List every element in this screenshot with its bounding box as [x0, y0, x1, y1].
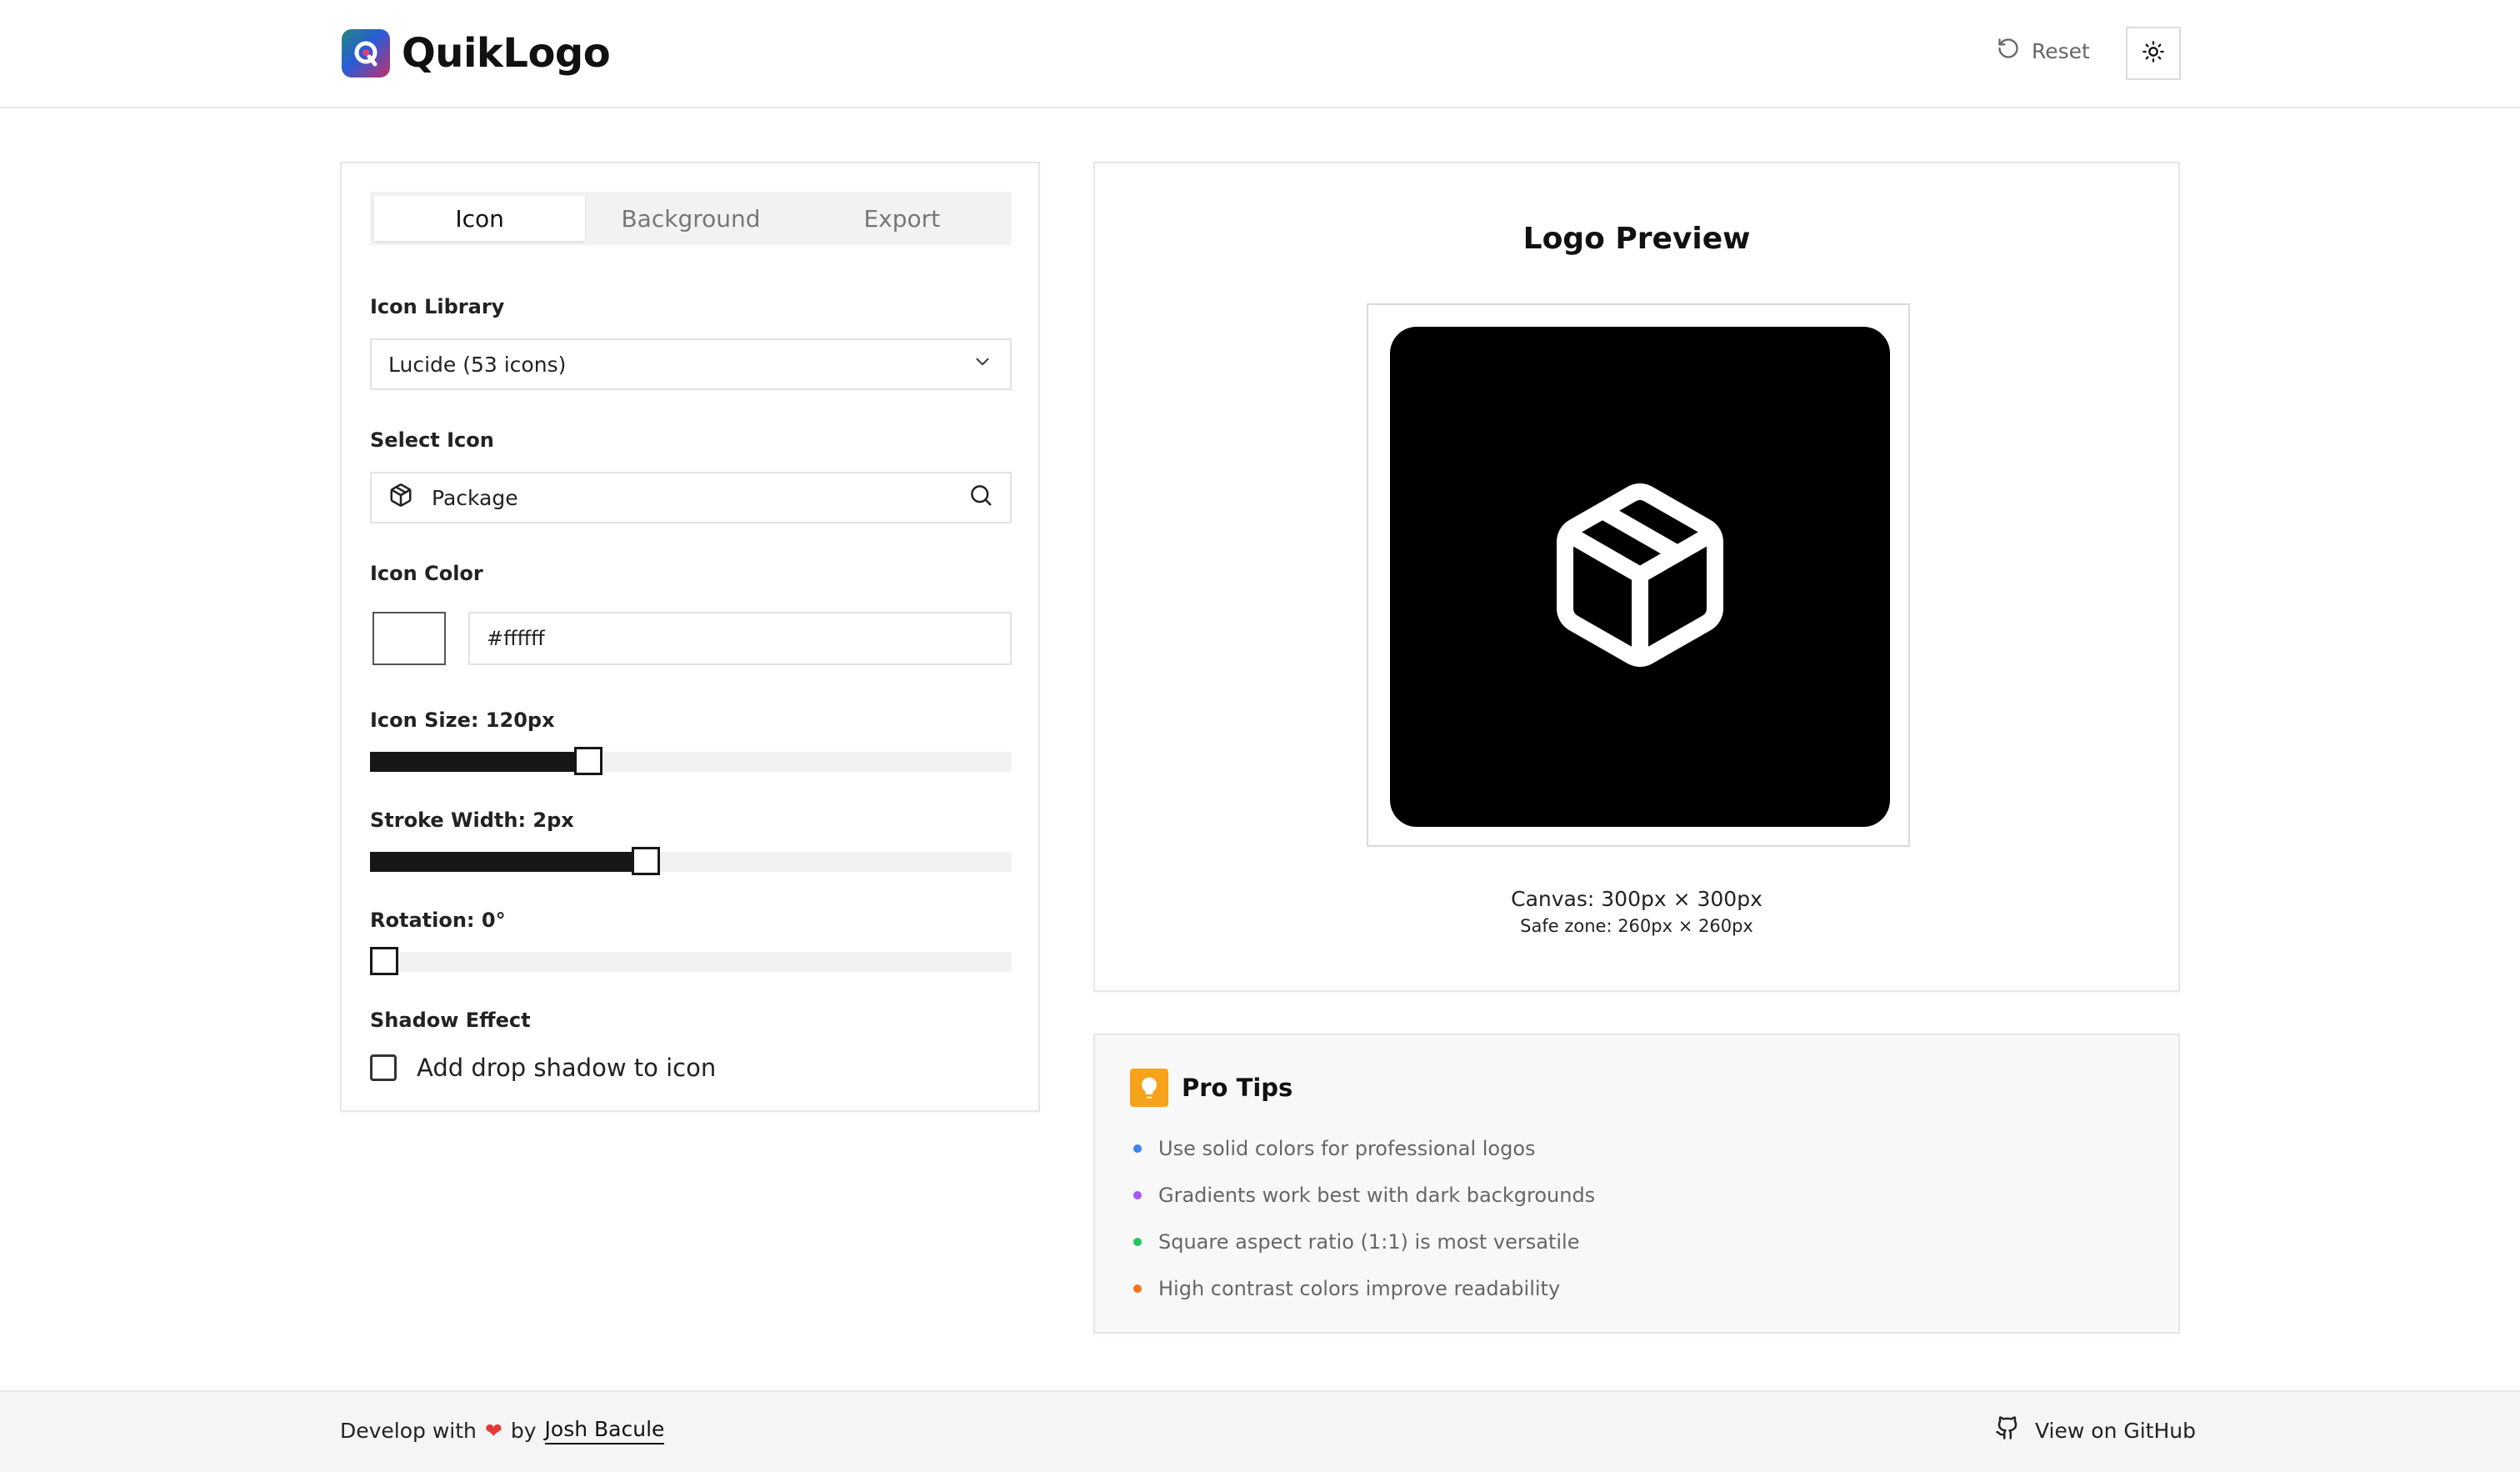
github-label: View on GitHub	[2035, 1418, 2196, 1443]
package-icon	[1540, 475, 1740, 678]
quiklogo-brand-icon	[342, 29, 390, 78]
icon-color-label: Icon Color	[370, 562, 483, 585]
icon-size-label: Icon Size: 120px	[370, 708, 555, 732]
icon-size-slider-thumb[interactable]	[573, 747, 602, 775]
preview-title: Logo Preview	[1522, 222, 1751, 256]
select-icon-label: Select Icon	[370, 428, 494, 452]
stroke-width-slider[interactable]	[370, 847, 1012, 875]
tab-export[interactable]: Export	[797, 196, 1008, 241]
stroke-width-slider-thumb[interactable]	[632, 847, 661, 875]
shadow-effect-label: Shadow Effect	[370, 1009, 531, 1032]
rotation-slider-thumb[interactable]	[370, 947, 398, 975]
tab-icon[interactable]: Icon	[374, 196, 586, 241]
pro-tips-title: Pro Tips	[1182, 1074, 1293, 1102]
pro-tips-header: Pro Tips	[1130, 1069, 1292, 1107]
chevron-down-icon	[972, 351, 993, 378]
bullet-dot	[1133, 1284, 1142, 1293]
list-item: Use solid colors for professional logos	[1133, 1125, 1595, 1172]
app-name: QuikLogo	[402, 30, 611, 77]
footer-by: by	[510, 1419, 537, 1443]
reset-label: Reset	[2032, 38, 2090, 63]
canvas-info: Canvas: 300px × 300px Safe zone: 260px ×…	[1095, 887, 2178, 936]
app-header: QuikLogo Reset	[0, 0, 2520, 108]
tip-text: Square aspect ratio (1:1) is most versat…	[1158, 1230, 1580, 1254]
pro-tips-card: Pro Tips Use solid colors for profession…	[1093, 1034, 2180, 1334]
theme-toggle-button[interactable]	[2126, 27, 2181, 80]
canvas-size-label: Canvas: 300px × 300px	[1511, 887, 1762, 911]
logo-canvas	[1390, 327, 1890, 827]
control-panel: Icon Background Export Icon Library Luci…	[340, 162, 1040, 1112]
bullet-dot	[1133, 1191, 1142, 1199]
tip-text: High contrast colors improve readability	[1158, 1277, 1561, 1300]
safe-zone-label: Safe zone: 260px × 260px	[1520, 916, 1753, 936]
icon-size-slider[interactable]	[370, 747, 1012, 775]
stroke-width-slider-fill	[370, 852, 647, 872]
search-icon[interactable]	[968, 483, 993, 513]
logo-preview-card: Logo Preview Canvas: 300px × 300px Safe …	[1093, 162, 2180, 992]
tab-background[interactable]: Background	[585, 196, 796, 241]
bullet-dot	[1133, 1144, 1142, 1153]
author-link[interactable]: Josh Bacule	[544, 1417, 665, 1444]
list-item: Square aspect ratio (1:1) is most versat…	[1133, 1219, 1595, 1265]
tab-bar: Icon Background Export	[370, 192, 1012, 245]
shadow-checkbox[interactable]	[370, 1054, 397, 1081]
footer-credit: Develop with ❤ by Josh Bacule	[340, 1417, 665, 1444]
footer-prefix: Develop with	[340, 1419, 477, 1443]
icon-library-select[interactable]: Lucide (53 icons)	[370, 338, 1012, 390]
icon-library-value: Lucide (53 icons)	[388, 352, 567, 377]
icon-color-hex-input[interactable]: #ffffff	[468, 612, 1012, 665]
rotation-label: Rotation: 0°	[370, 909, 506, 932]
list-item: High contrast colors improve readability	[1133, 1265, 1595, 1312]
brand[interactable]: QuikLogo	[342, 28, 611, 78]
rotate-ccw-icon	[1997, 37, 2020, 65]
package-icon	[388, 483, 413, 513]
tip-text: Gradients work best with dark background…	[1158, 1184, 1596, 1207]
reset-button[interactable]: Reset	[1997, 30, 2105, 72]
icon-picker[interactable]: Package	[370, 472, 1012, 523]
tips-list: Use solid colors for professional logos …	[1133, 1125, 1595, 1312]
icon-color-swatch[interactable]	[372, 612, 446, 665]
app-footer: Develop with ❤ by Josh Bacule View on Gi…	[0, 1390, 2520, 1472]
stroke-width-label: Stroke Width: 2px	[370, 809, 574, 832]
sun-icon	[2142, 40, 2165, 67]
tip-text: Use solid colors for professional logos	[1158, 1137, 1536, 1160]
lightbulb-icon	[1130, 1069, 1168, 1107]
shadow-checkbox-row[interactable]: Add drop shadow to icon	[370, 1054, 716, 1082]
logo-canvas-frame	[1367, 303, 1910, 847]
github-icon	[1995, 1415, 2020, 1445]
bullet-dot	[1133, 1238, 1142, 1246]
shadow-checkbox-label[interactable]: Add drop shadow to icon	[417, 1054, 716, 1082]
icon-size-slider-fill	[370, 752, 588, 772]
rotation-slider[interactable]	[370, 947, 1012, 975]
selected-icon-name: Package	[432, 485, 518, 510]
list-item: Gradients work best with dark background…	[1133, 1172, 1595, 1219]
github-link[interactable]: View on GitHub	[1995, 1415, 2196, 1445]
icon-library-label: Icon Library	[370, 295, 505, 318]
heart-icon: ❤	[484, 1419, 502, 1443]
